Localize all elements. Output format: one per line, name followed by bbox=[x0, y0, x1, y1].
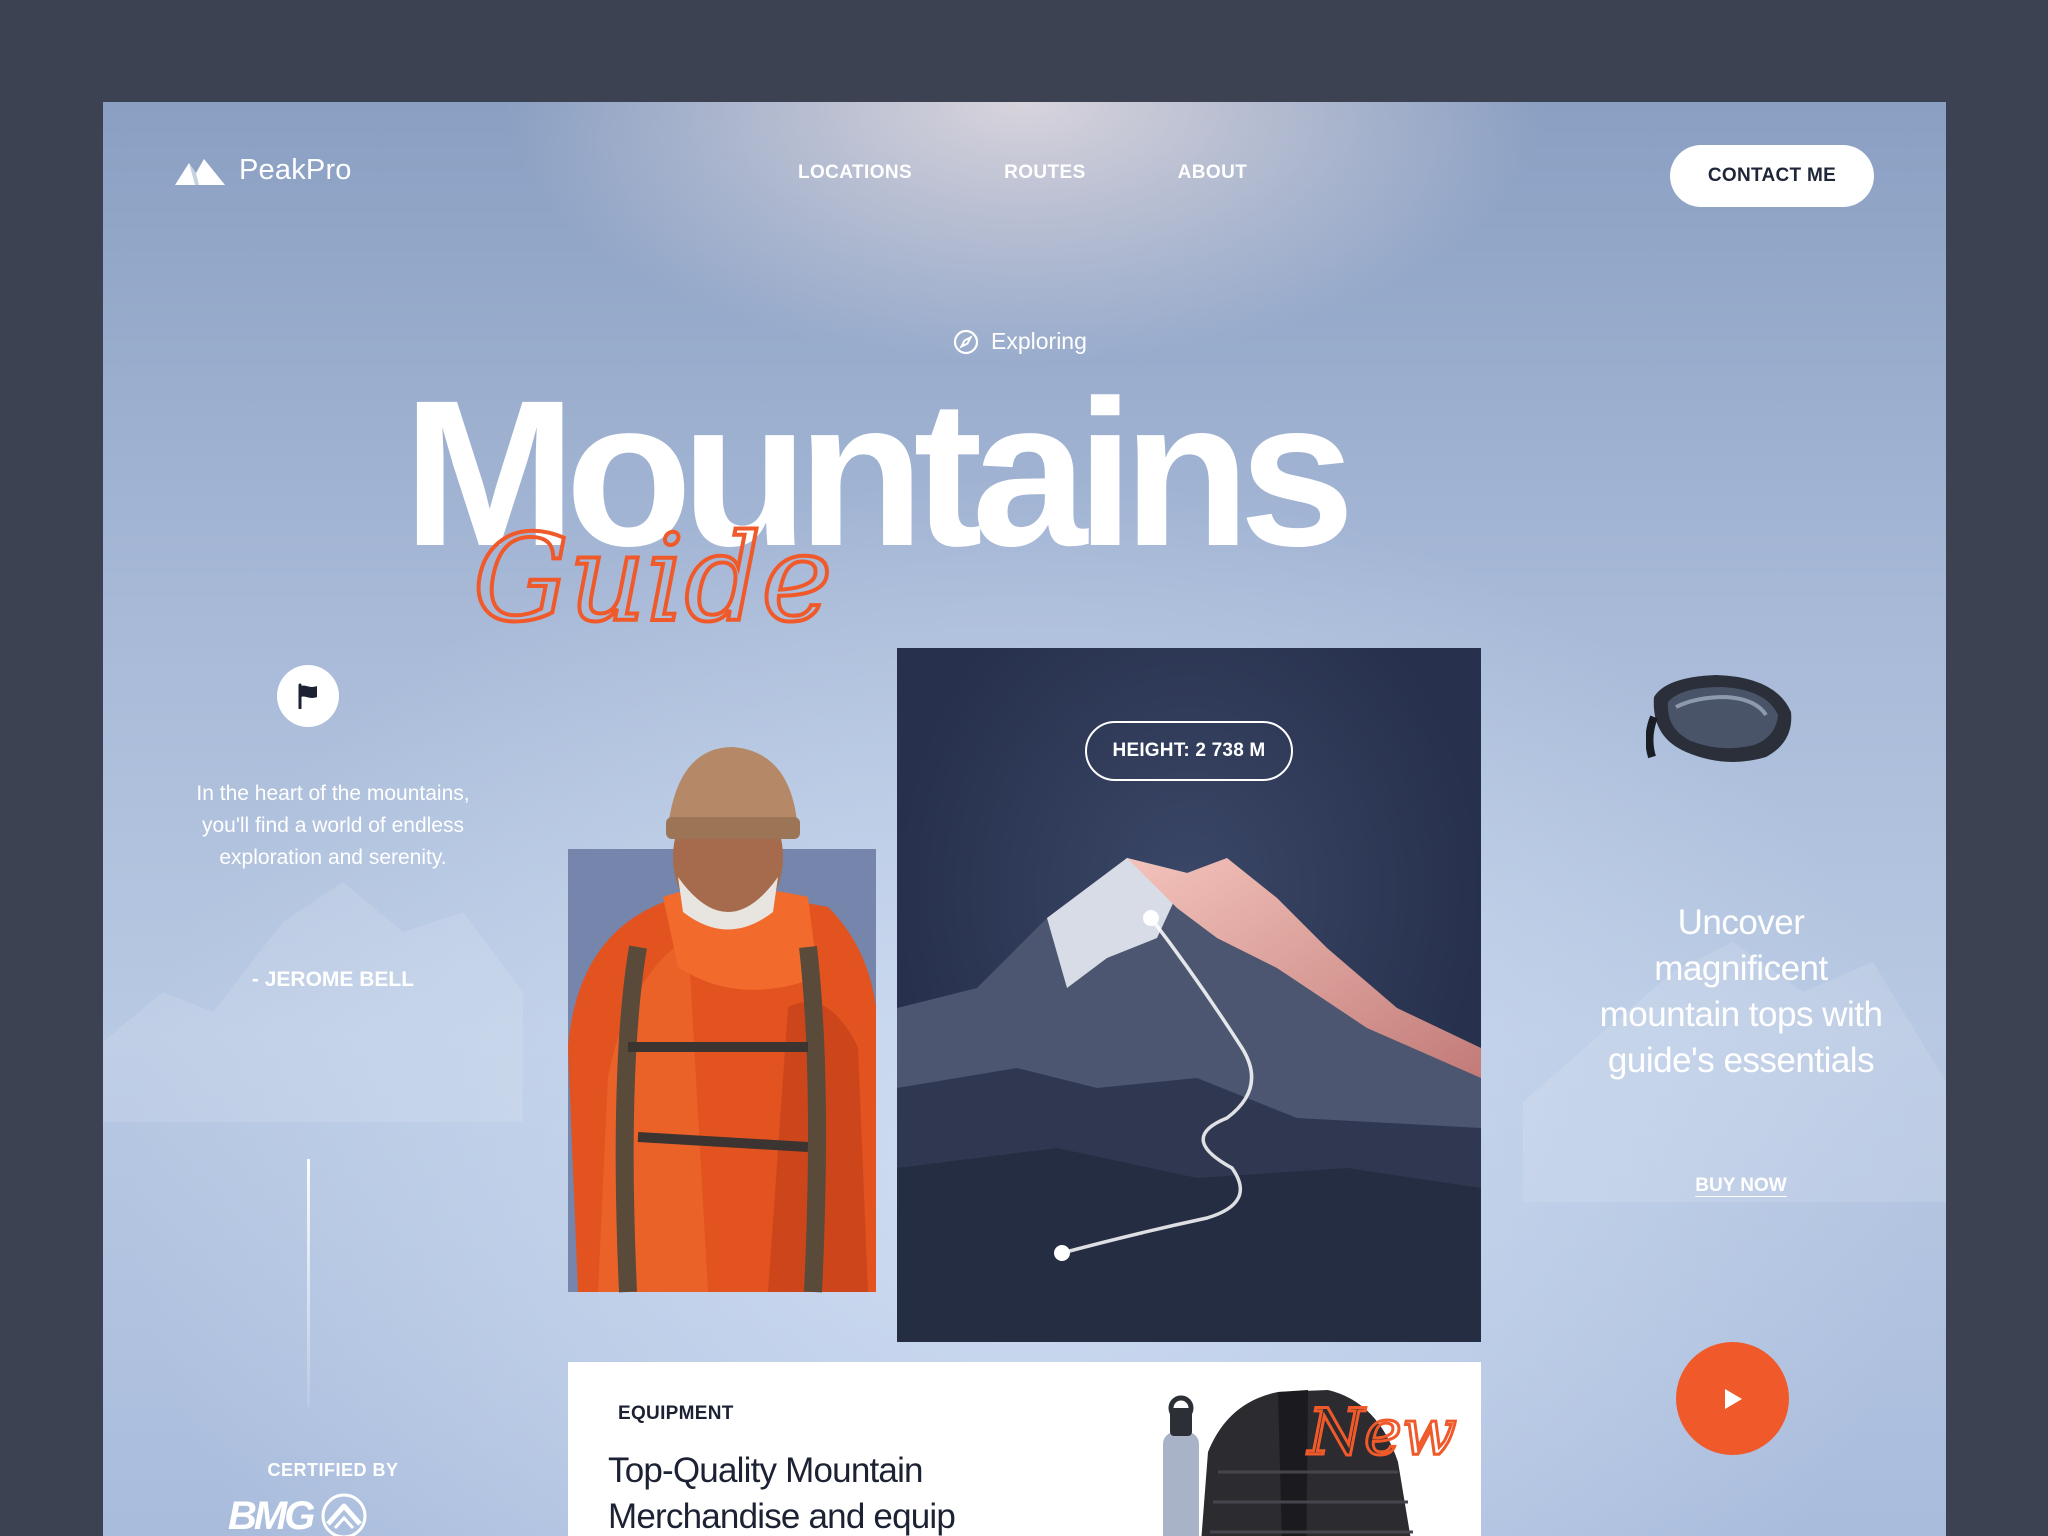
quote-text: In the heart of the mountains, you'll fi… bbox=[196, 782, 470, 869]
equipment-card[interactable]: EQUIPMENT Top-Quality Mountain Merchandi… bbox=[568, 1362, 1481, 1536]
buy-now-wrapper: BUY NOW bbox=[1598, 1175, 1884, 1197]
svg-text:New: New bbox=[1306, 1396, 1457, 1470]
bmg-mountain-icon bbox=[321, 1493, 367, 1536]
bmg-logo-text: BMG bbox=[228, 1493, 315, 1536]
contact-button[interactable]: CONTACT ME bbox=[1670, 145, 1874, 207]
play-icon bbox=[1724, 1388, 1742, 1409]
nav-item-locations[interactable]: LOCATIONS bbox=[798, 162, 912, 184]
certification-logo: BMG bbox=[228, 1492, 368, 1536]
quote-author: - JEROME BELL bbox=[251, 968, 415, 991]
nav-item-about[interactable]: ABOUT bbox=[1178, 162, 1248, 184]
nav-item-routes[interactable]: ROUTES bbox=[1004, 162, 1086, 184]
goggles-product-image bbox=[1646, 675, 1792, 762]
page-frame: PeakPro LOCATIONS ROUTES ABOUT CONTACT M… bbox=[103, 102, 1946, 1536]
svg-text:Guide: Guide bbox=[473, 510, 832, 649]
buy-now-link[interactable]: BUY NOW bbox=[1695, 1175, 1786, 1196]
equipment-products-image: New bbox=[1163, 1390, 1458, 1536]
equipment-title: Top-Quality Mountain Merchandise and equ… bbox=[608, 1451, 956, 1536]
brand-logo[interactable]: PeakPro bbox=[175, 154, 352, 187]
play-button[interactable] bbox=[1676, 1342, 1789, 1455]
main-nav: LOCATIONS ROUTES ABOUT bbox=[798, 162, 1247, 184]
hero-eyebrow-label: Exploring bbox=[991, 328, 1087, 354]
compass-icon bbox=[953, 329, 979, 354]
height-badge: HEIGHT: 2 738 M bbox=[1085, 721, 1293, 781]
decorative-divider-line bbox=[307, 1159, 310, 1407]
certified-label: CERTIFIED BY bbox=[267, 1460, 399, 1480]
flag-button[interactable] bbox=[277, 665, 339, 727]
equipment-label: EQUIPMENT bbox=[618, 1403, 734, 1424]
brand-name: PeakPro bbox=[239, 154, 352, 186]
hero-eyebrow: Exploring bbox=[953, 328, 1087, 355]
mountain-route-card: HEIGHT: 2 738 M bbox=[897, 648, 1481, 1342]
flag-icon bbox=[298, 683, 317, 709]
mountain-logo-icon bbox=[175, 158, 225, 185]
promo-text: Uncover magnificent mountain tops with g… bbox=[1599, 903, 1883, 1080]
guide-portrait-image bbox=[568, 747, 876, 1293]
